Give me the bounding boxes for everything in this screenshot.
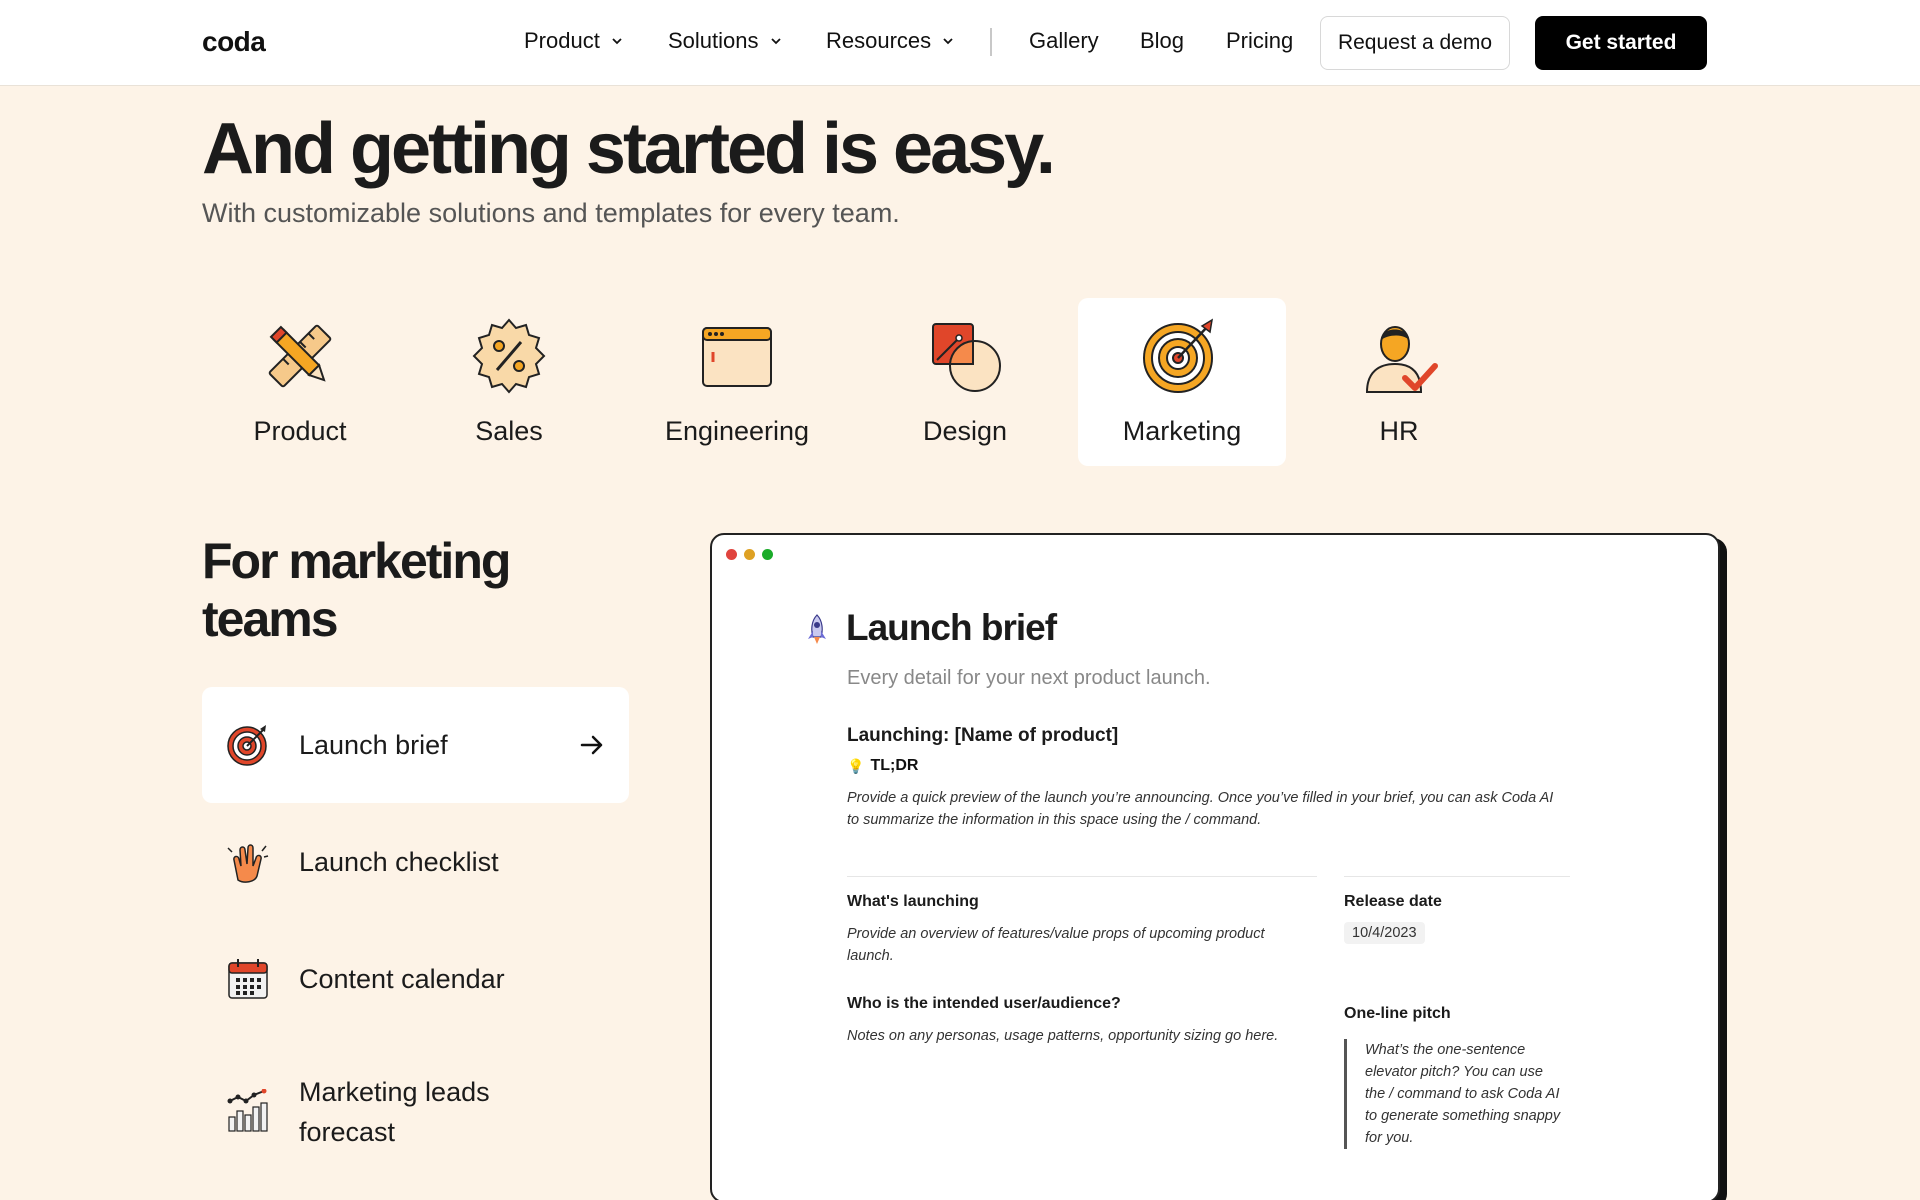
audience-note: Notes on any personas, usage patterns, o…	[847, 1028, 1279, 1044]
nav-solutions-menu[interactable]: Solutions	[668, 28, 783, 54]
nav-blog-link[interactable]: Blog	[1140, 28, 1184, 54]
pitch-quote: What’s the one-sentence elevator pitch? …	[1344, 1039, 1564, 1149]
template-content-calendar[interactable]: Content calendar	[202, 921, 629, 1037]
team-tab-engineering[interactable]: Engineering	[640, 298, 834, 466]
template-marketing-leads-forecast[interactable]: Marketing leads forecast	[202, 1037, 629, 1187]
nav-resources-menu[interactable]: Resources	[826, 28, 955, 54]
nav-product-label: Product	[524, 28, 600, 53]
bar-chart-icon	[227, 1089, 268, 1132]
shapes-icon	[932, 323, 1001, 392]
rocket-icon	[808, 614, 826, 644]
nav-divider	[990, 28, 992, 56]
section-title: For marketing teams	[202, 533, 511, 647]
nav-product-menu[interactable]: Product	[524, 28, 624, 54]
hero-title: And getting started is easy.	[202, 109, 1056, 189]
coda-logo[interactable]: coda	[202, 26, 266, 58]
calendar-icon	[228, 959, 268, 999]
nav-resources-label: Resources	[826, 28, 932, 53]
team-tab-design[interactable]: Design	[882, 298, 1048, 466]
target-icon	[1143, 318, 1214, 393]
template-launch-brief[interactable]: Launch brief	[202, 687, 629, 803]
release-date-value[interactable]: 10/4/2023	[1344, 922, 1425, 944]
launching-heading: Launching: [Name of product]	[847, 725, 1119, 746]
pencil-ruler-icon	[268, 324, 332, 388]
divider	[1344, 876, 1570, 877]
person-check-icon	[1365, 326, 1438, 393]
doc-subtitle: Every detail for your next product launc…	[847, 667, 1211, 689]
team-tab-label: HR	[1379, 416, 1419, 446]
tldr-label: TL;DR	[870, 757, 919, 774]
doc-title: Launch brief	[846, 607, 1057, 648]
divider	[847, 876, 1317, 877]
browser-window-icon	[702, 327, 772, 387]
team-tab-label: Sales	[475, 416, 543, 446]
chevron-down-icon	[612, 38, 622, 45]
get-started-button[interactable]: Get started	[1535, 16, 1707, 70]
preview-window: Launch brief Every detail for your next …	[710, 533, 1720, 1200]
clapping-hands-icon	[227, 844, 269, 883]
tldr-note: Provide a quick preview of the launch yo…	[847, 790, 1554, 828]
window-close-dot	[726, 549, 737, 560]
audience-label: Who is the intended user/audience?	[847, 995, 1121, 1012]
lightbulb-icon: 💡	[847, 757, 865, 774]
chevron-down-icon	[943, 38, 953, 45]
team-tab-sales[interactable]: Sales	[424, 298, 594, 466]
hero-subtitle: With customizable solutions and template…	[202, 198, 900, 228]
window-maximize-dot	[762, 549, 773, 560]
tldr-heading: 💡 TL;DR	[847, 757, 918, 775]
pitch-label: One-line pitch	[1344, 1005, 1451, 1022]
pitch-note: What’s the one-sentence elevator pitch? …	[1365, 1042, 1561, 1146]
target-icon	[227, 725, 267, 766]
team-tab-label: Marketing	[1122, 416, 1242, 446]
arrow-right-icon	[580, 735, 603, 755]
release-date-label: Release date	[1344, 893, 1442, 910]
nav-solutions-label: Solutions	[668, 28, 759, 53]
team-tab-label: Product	[253, 416, 347, 446]
team-tab-label: Engineering	[664, 416, 810, 446]
team-tab-marketing[interactable]: Marketing	[1078, 298, 1286, 466]
template-label: Marketing leads forecast	[299, 1077, 490, 1147]
percent-badge-icon	[472, 318, 546, 394]
nav-pricing-link[interactable]: Pricing	[1226, 28, 1293, 54]
whats-launching-label: What's launching	[847, 893, 979, 910]
top-nav: coda Product Solutions Resources Gallery…	[0, 0, 1920, 86]
request-demo-button[interactable]: Request a demo	[1320, 16, 1510, 70]
whats-launching-note: Provide an overview of features/value pr…	[847, 926, 1265, 964]
nav-gallery-link[interactable]: Gallery	[1029, 28, 1099, 54]
team-tab-hr[interactable]: HR	[1316, 298, 1482, 466]
template-label: Content calendar	[299, 964, 505, 994]
window-minimize-dot	[744, 549, 755, 560]
team-tab-label: Design	[922, 416, 1008, 446]
template-launch-checklist[interactable]: Launch checklist	[202, 803, 629, 921]
chevron-down-icon	[770, 38, 781, 45]
team-tab-product[interactable]: Product	[217, 298, 383, 466]
template-label: Launch brief	[299, 730, 448, 760]
template-label: Launch checklist	[299, 847, 499, 877]
